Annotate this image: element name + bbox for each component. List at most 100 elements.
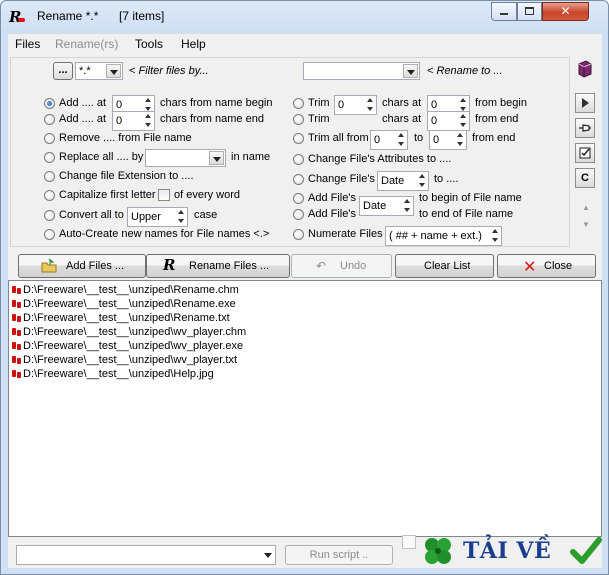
capitalize-radio[interactable] bbox=[44, 190, 55, 201]
add-at-begin-label: Add .... at bbox=[59, 97, 107, 109]
add-file-end-suffix: to end of File name bbox=[419, 208, 514, 220]
maximize-button[interactable] bbox=[517, 2, 542, 21]
play-icon bbox=[582, 98, 589, 108]
main-window: R Rename *.* [7 items] ✕ Files Rename(rs… bbox=[0, 0, 609, 575]
clover-logo-icon bbox=[425, 538, 451, 564]
change-date-label: Change File's bbox=[308, 173, 375, 185]
run-script-button[interactable]: Run script .. bbox=[285, 545, 393, 565]
app-logo-icon: R bbox=[9, 8, 25, 26]
clear-list-button[interactable]: Clear List bbox=[395, 254, 494, 278]
filter-hint: < Filter files by... bbox=[129, 65, 209, 77]
trim-all-radio[interactable] bbox=[293, 133, 304, 144]
brand-text: TẢI VỀ bbox=[463, 538, 552, 564]
replace-by-combo[interactable] bbox=[145, 149, 226, 167]
file-list[interactable]: D:\Freeware\__test__\unziped\Rename.chm … bbox=[8, 280, 602, 537]
spinner-arrows-icon[interactable] bbox=[402, 197, 413, 215]
trim-end-radio[interactable] bbox=[293, 114, 304, 125]
change-attr-radio[interactable] bbox=[293, 154, 304, 165]
spinner-arrows-icon[interactable] bbox=[455, 131, 466, 149]
close-icon: ✕ bbox=[560, 4, 571, 18]
add-file-end-radio[interactable] bbox=[293, 209, 304, 220]
autocreate-radio[interactable] bbox=[44, 229, 55, 240]
change-date-radio[interactable] bbox=[293, 174, 304, 185]
file-icon bbox=[12, 370, 22, 379]
scroll-up-icon[interactable]: ▲ bbox=[582, 203, 590, 212]
numerate-format-spinner[interactable]: ( ## + name + ext.) bbox=[385, 226, 502, 246]
chevron-down-icon[interactable] bbox=[264, 553, 272, 558]
chevron-down-icon[interactable] bbox=[106, 64, 121, 78]
filter-browse-button[interactable]: ... bbox=[53, 62, 73, 80]
trim-all-suffix: from end bbox=[472, 132, 516, 144]
change-ext-label: Change file Extension to .... bbox=[59, 170, 194, 182]
trim-begin-spinner[interactable]: 0 bbox=[334, 95, 377, 115]
capitalize-label: Capitalize first letter bbox=[59, 189, 156, 201]
trim-begin-radio[interactable] bbox=[293, 98, 304, 109]
trim-end-at-spinner[interactable]: 0 bbox=[427, 111, 470, 131]
rename-to-combo[interactable] bbox=[303, 62, 420, 80]
spinner-arrows-icon[interactable] bbox=[417, 172, 428, 190]
trim-all-from-spinner[interactable]: 0 bbox=[370, 130, 408, 150]
title-bar[interactable]: R Rename *.* [7 items] ✕ bbox=[1, 1, 608, 31]
close-button[interactable]: ✕ Close bbox=[497, 254, 596, 278]
numerate-label: Numerate Files bbox=[308, 228, 383, 240]
trim-all-to-spinner[interactable]: 0 bbox=[429, 130, 467, 150]
change-date-spinner[interactable]: Date bbox=[377, 171, 429, 191]
undo-button[interactable]: ↶ Undo bbox=[291, 254, 392, 278]
watermark-square bbox=[402, 535, 416, 549]
case-spinner[interactable]: Upper bbox=[127, 207, 188, 227]
filter-combo[interactable]: *.* bbox=[75, 62, 123, 80]
script-combo[interactable] bbox=[16, 545, 276, 565]
trim-begin-label: Trim bbox=[308, 97, 330, 109]
checkmark-icon bbox=[570, 537, 602, 564]
add-end-spinner[interactable]: 0 bbox=[112, 111, 155, 131]
check-options-button[interactable] bbox=[575, 143, 595, 163]
options-panel: ... *.* < Filter files by... < Rename to… bbox=[10, 57, 570, 247]
window-title: Rename *.* bbox=[37, 9, 99, 23]
trim-end-chars-at: chars at bbox=[382, 113, 422, 125]
spinner-arrows-icon[interactable] bbox=[176, 208, 187, 226]
file-icon bbox=[12, 300, 22, 309]
add-at-begin-radio[interactable] bbox=[44, 98, 55, 109]
undo-icon: ↶ bbox=[316, 259, 327, 273]
maximize-icon bbox=[525, 7, 534, 15]
chevron-down-icon[interactable] bbox=[209, 151, 224, 165]
add-file-begin-label: Add File's bbox=[308, 192, 356, 204]
minimize-button[interactable] bbox=[491, 2, 517, 21]
replace-radio[interactable] bbox=[44, 152, 55, 163]
menu-rename[interactable]: Rename(rs) bbox=[55, 37, 118, 51]
spinner-arrows-icon[interactable] bbox=[396, 131, 407, 149]
trim-end-suffix: from end bbox=[475, 113, 519, 125]
change-attr-label: Change File's Attributes to .... bbox=[308, 153, 452, 165]
menu-tools[interactable]: Tools bbox=[135, 37, 163, 51]
add-files-button[interactable]: Add Files ... bbox=[18, 254, 146, 278]
every-word-checkbox[interactable] bbox=[158, 189, 170, 201]
spinner-arrows-icon[interactable] bbox=[143, 112, 154, 130]
convert-radio[interactable] bbox=[44, 210, 55, 221]
trim-begin-suffix: from begin bbox=[475, 97, 527, 109]
menu-files[interactable]: Files bbox=[15, 37, 40, 51]
add-file-date-spinner[interactable]: Date bbox=[359, 196, 414, 216]
chevron-down-icon[interactable] bbox=[403, 64, 418, 78]
item-count: [7 items] bbox=[119, 9, 165, 23]
pin-button[interactable] bbox=[575, 118, 595, 138]
add-at-end-radio[interactable] bbox=[44, 114, 55, 125]
rename-files-button[interactable]: R Rename Files ... bbox=[146, 254, 290, 278]
spinner-arrows-icon[interactable] bbox=[365, 96, 376, 114]
add-begin-suffix: chars from name begin bbox=[160, 97, 273, 109]
clear-options-button[interactable]: C bbox=[575, 168, 595, 188]
add-file-begin-radio[interactable] bbox=[293, 193, 304, 204]
menu-help[interactable]: Help bbox=[181, 37, 206, 51]
spinner-arrows-icon[interactable] bbox=[458, 112, 469, 130]
add-at-end-label: Add .... at bbox=[59, 113, 107, 125]
remove-label: Remove .... from File name bbox=[59, 132, 192, 144]
remove-radio[interactable] bbox=[44, 133, 55, 144]
trim-all-to: to bbox=[414, 132, 424, 144]
run-button[interactable] bbox=[575, 93, 595, 113]
close-window-button[interactable]: ✕ bbox=[542, 2, 589, 21]
numerate-radio[interactable] bbox=[293, 229, 304, 240]
spinner-arrows-icon[interactable] bbox=[490, 227, 501, 245]
scroll-down-icon[interactable]: ▼ bbox=[582, 220, 590, 229]
help-book-button[interactable] bbox=[575, 60, 595, 80]
add-file-end-label: Add File's bbox=[308, 208, 356, 220]
change-ext-radio[interactable] bbox=[44, 171, 55, 182]
